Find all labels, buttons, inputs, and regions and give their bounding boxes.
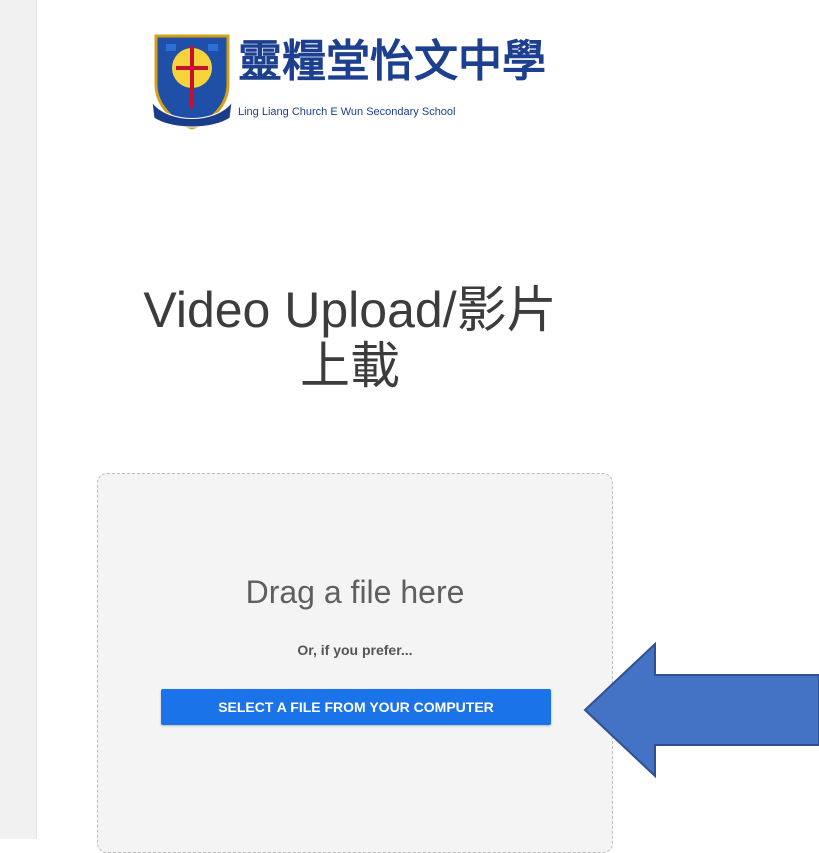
drag-file-text: Drag a file here [245,574,465,610]
left-rail [0,0,37,839]
school-name-english: Ling Liang Church E Wun Secondary School [238,106,456,118]
select-file-button[interactable]: SELECT A FILE FROM YOUR COMPUTER [161,689,551,725]
page-title-line1: Video Upload/影片 [143,282,557,338]
arrow-left-icon [583,642,819,778]
or-prefer-text: Or, if you prefer... [297,642,413,658]
school-crest-icon [151,34,233,130]
file-dropzone[interactable]: Drag a file here Or, if you prefer... SE… [97,473,613,853]
school-name-chinese: 靈糧堂怡文中學 [238,36,546,87]
school-logo: 靈糧堂怡文中學 Ling Liang Church E Wun Secondar… [150,32,570,132]
page-title-line2: 上載 [300,338,400,394]
page-title: Video Upload/影片 上載 [60,282,640,394]
